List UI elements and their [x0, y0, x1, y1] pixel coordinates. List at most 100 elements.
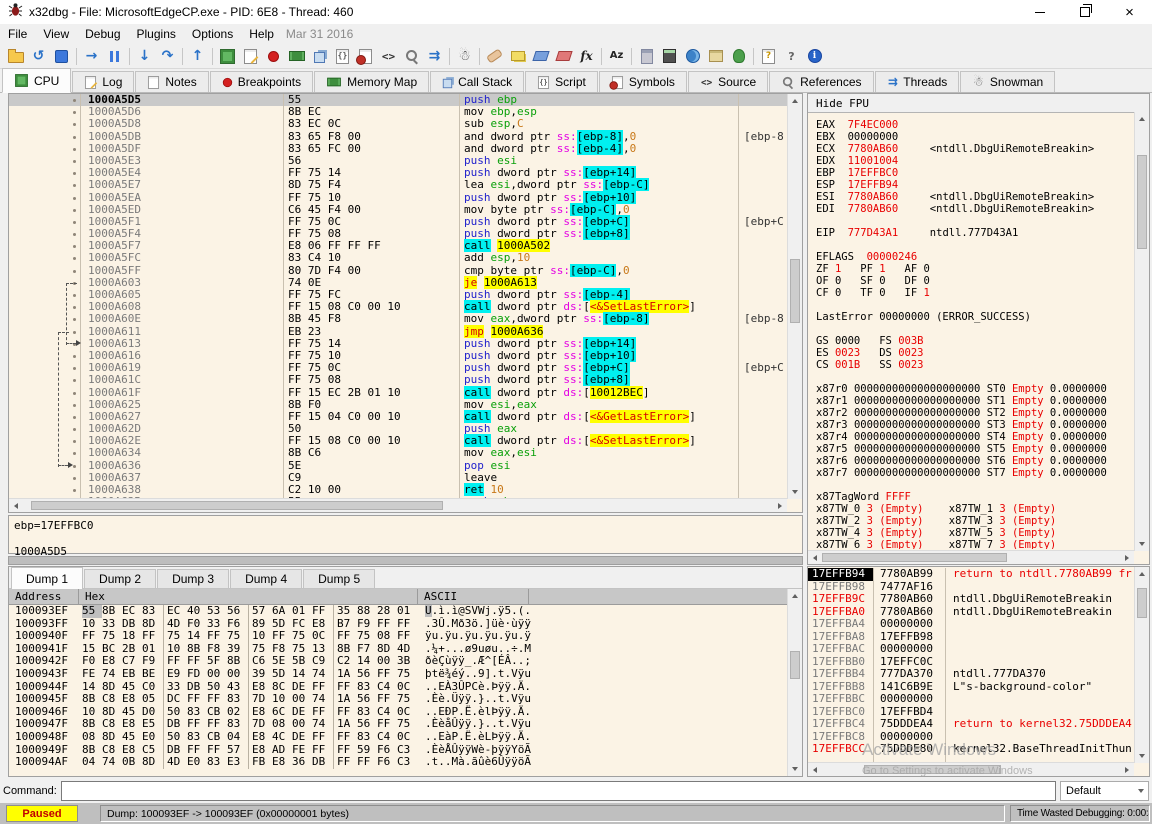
register-line[interactable]: x87TW_4 3 (Empty) x87TW_5 3 (Empty)	[816, 527, 1134, 539]
tab-memory-map[interactable]: Memory Map	[314, 71, 429, 92]
hex-byte[interactable]: 4D	[167, 756, 187, 769]
stack-row[interactable]: 17EFFBBC00000000	[808, 693, 1135, 706]
scroll-thumb[interactable]	[790, 259, 800, 323]
favourites-button[interactable]	[704, 46, 727, 67]
breakpoint-dot-icon[interactable]	[73, 245, 76, 248]
report-bug-button[interactable]	[727, 46, 750, 67]
disasm-gutter[interactable]	[9, 216, 80, 228]
register-line[interactable]: ZF 1 PF 1 AF 0	[816, 263, 1134, 275]
disasm-row[interactable]: 1000A5EAFF 75 10push dword ptr ss:[ebp+1…	[9, 192, 787, 204]
hex-byte[interactable]: 83	[227, 693, 247, 706]
scroll-arrow[interactable]	[773, 499, 787, 512]
pause-button[interactable]	[103, 46, 126, 67]
disasm-row[interactable]: 1000A61FFF 15 EC 2B 01 10call dword ptr …	[9, 387, 787, 399]
disasm-gutter[interactable]	[9, 472, 80, 484]
hex-byte[interactable]: FF	[337, 630, 357, 643]
disassembly-horizontal-scrollbar[interactable]	[9, 498, 787, 512]
hex-byte[interactable]: 8B	[102, 605, 122, 618]
register-line[interactable]	[816, 371, 1134, 383]
hex-byte[interactable]: 01	[292, 605, 312, 618]
registers-vertical-scrollbar[interactable]	[1134, 112, 1149, 551]
step-into-button[interactable]: ↓	[133, 46, 156, 67]
hex-byte[interactable]: FF	[272, 630, 292, 643]
tab-script[interactable]: {}Script	[525, 71, 598, 92]
register-line[interactable]: x87TW_0 3 (Empty) x87TW_1 3 (Empty)	[816, 503, 1134, 515]
scroll-arrow[interactable]	[788, 94, 802, 108]
restart-button[interactable]: ↺	[27, 46, 50, 67]
hex-byte[interactable]: E8	[252, 731, 272, 744]
dump-tab-1[interactable]: Dump 1	[11, 567, 83, 589]
functions-button[interactable]: fx	[575, 46, 598, 67]
hex-byte[interactable]: E9	[167, 668, 187, 681]
dump-row[interactable]: 100093EF558BEC83EC405356576A01FF35882801…	[9, 605, 787, 618]
hex-byte[interactable]: 1A	[337, 693, 357, 706]
menu-file[interactable]: File	[0, 25, 35, 43]
tab-log[interactable]: Log	[72, 71, 134, 92]
disasm-gutter[interactable]	[9, 192, 80, 204]
disasm-gutter[interactable]	[9, 350, 80, 362]
stop-button[interactable]	[50, 46, 73, 67]
hex-byte[interactable]: FD	[187, 668, 207, 681]
disasm-row[interactable]: 1000A611EB 23jmp 1000A636	[9, 326, 787, 338]
breakpoint-dot-icon[interactable]	[73, 355, 76, 358]
register-line[interactable]: x87r1 00000000000000000000 ST1 Empty 0.0…	[816, 395, 1134, 407]
tab-call-stack[interactable]: Call Stack	[430, 71, 524, 92]
disasm-gutter[interactable]	[9, 252, 80, 264]
disasm-gutter[interactable]	[9, 265, 80, 277]
stack-row[interactable]: 17EFFBA400000000	[808, 618, 1135, 631]
hex-byte[interactable]: FE	[82, 668, 102, 681]
hex-byte[interactable]: 0C	[312, 630, 332, 643]
disasm-gutter[interactable]	[9, 118, 80, 130]
help-button[interactable]: ?	[757, 46, 780, 67]
disasm-gutter[interactable]	[9, 447, 80, 459]
breakpoint-dot-icon[interactable]	[73, 136, 76, 139]
dump-row[interactable]: 1000945F8BC8E805DCFFFF837D1000741A56FF75…	[9, 693, 787, 706]
scroll-arrow[interactable]	[1120, 763, 1134, 776]
about-button[interactable]: i	[803, 46, 826, 67]
dump-row[interactable]: 1000948F088D45E05083CB04E84CDEFFFF83C40C…	[9, 731, 787, 744]
hex-byte[interactable]: CB	[207, 731, 227, 744]
shortcuts-button[interactable]: ?	[780, 46, 803, 67]
register-line[interactable]: ECX 7780AB60 <ntdll.DbgUiRemoteBreakin>	[816, 143, 1134, 155]
register-line[interactable]: x87TagWord FFFF	[816, 491, 1134, 503]
tab-breakpoints[interactable]: Breakpoints	[210, 71, 313, 92]
breakpoint-dot-icon[interactable]	[73, 489, 76, 492]
command-input[interactable]	[61, 781, 1056, 801]
disasm-gutter[interactable]	[9, 423, 80, 435]
hex-byte[interactable]: FF	[337, 731, 357, 744]
threads-button[interactable]: ⇉	[423, 46, 446, 67]
scroll-arrow[interactable]	[788, 762, 802, 776]
breakpoint-dot-icon[interactable]	[73, 270, 76, 273]
source-button[interactable]: <>	[377, 46, 400, 67]
dump-tab-4[interactable]: Dump 4	[230, 569, 302, 588]
stack-row[interactable]: 17EFFBAC00000000	[808, 643, 1135, 656]
close-button[interactable]: ×	[1107, 0, 1152, 24]
hex-byte[interactable]: 10	[272, 693, 292, 706]
hex-byte[interactable]: EC	[122, 605, 142, 618]
disassembly-vertical-scrollbar[interactable]	[787, 94, 802, 499]
disasm-gutter[interactable]	[9, 167, 80, 179]
register-line[interactable]: EBX 00000000	[816, 131, 1134, 143]
dump-header-hex[interactable]: Hex	[79, 589, 418, 605]
breakpoint-dot-icon[interactable]	[73, 379, 76, 382]
register-line[interactable]: CF 0 TF 0 IF 1	[816, 287, 1134, 299]
breakpoint-dot-icon[interactable]	[73, 367, 76, 370]
hex-byte[interactable]: 75	[227, 630, 247, 643]
hex-byte[interactable]: FF	[142, 630, 162, 643]
breakpoint-dot-icon[interactable]	[73, 452, 76, 455]
stack-row[interactable]: 17EFFB9C7780AB60ntdll.DbgUiRemoteBreakin	[808, 593, 1135, 606]
hex-byte[interactable]: 39	[252, 668, 272, 681]
scroll-arrow[interactable]	[1135, 567, 1149, 581]
run-button[interactable]: →	[80, 46, 103, 67]
stack-row[interactable]: 17EFFBC475DDDEA4return to kernel32.75DDD…	[808, 718, 1135, 731]
hex-byte[interactable]: 75	[397, 668, 417, 681]
hex-byte[interactable]: 08	[82, 731, 102, 744]
register-line[interactable]: x87r2 00000000000000000000 ST2 Empty 0.0…	[816, 407, 1134, 419]
breakpoint-dot-icon[interactable]	[73, 233, 76, 236]
register-line[interactable]: x87r3 00000000000000000000 ST3 Empty 0.0…	[816, 419, 1134, 431]
scroll-arrow[interactable]	[1135, 749, 1149, 763]
hex-byte[interactable]: 5D	[272, 668, 292, 681]
hex-byte[interactable]: 56	[227, 605, 247, 618]
hex-byte[interactable]: DC	[167, 693, 187, 706]
registers-horizontal-scrollbar[interactable]	[808, 550, 1134, 564]
